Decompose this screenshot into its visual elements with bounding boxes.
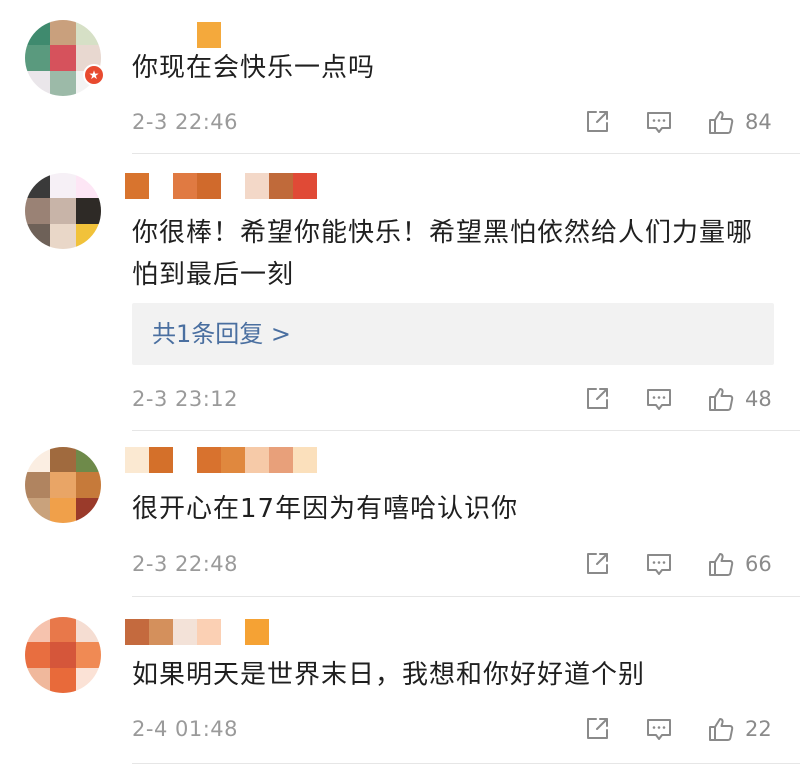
username-pixel — [125, 447, 149, 473]
username-pixel — [197, 619, 221, 645]
avatar-pixel — [25, 223, 51, 249]
divider — [132, 153, 800, 154]
username-pixel — [125, 173, 149, 199]
avatar[interactable] — [25, 617, 101, 693]
avatar-pixel — [25, 447, 51, 473]
username-pixel — [197, 173, 221, 199]
avatar-pixel — [50, 497, 76, 523]
username-pixel — [173, 173, 197, 199]
username-pixel — [173, 619, 197, 645]
comment-item: 你很棒！希望你能快乐！希望黑怕依然给人们力量哪怕到最后一刻 共1条回复 > 2-… — [0, 155, 800, 431]
comment-icon[interactable] — [645, 715, 673, 743]
comment-item: 如果明天是世界末日，我想和你好好道个别 2-4 01:48 22 — [0, 597, 800, 771]
avatar-pixel — [25, 45, 51, 71]
username-pixelated[interactable] — [125, 173, 317, 199]
username-pixel — [245, 619, 269, 645]
username-pixel — [245, 173, 269, 199]
comment-text: 很开心在17年因为有嘻哈认识你 — [132, 494, 519, 524]
username-pixel — [125, 619, 149, 645]
reply-summary-link[interactable]: 共1条回复 > — [132, 303, 774, 365]
avatar-pixel — [75, 198, 101, 224]
comment-icon[interactable] — [645, 385, 673, 413]
username-pixelated[interactable] — [125, 22, 221, 48]
avatar-pixel — [75, 223, 101, 249]
comment-item: ★ 你现在会快乐一点吗 2-3 22:46 84 — [0, 0, 800, 155]
username-pixel — [149, 447, 173, 473]
avatar-pixel — [50, 223, 76, 249]
avatar-pixel — [75, 472, 101, 498]
avatar-pixel — [50, 20, 76, 46]
thumbs-up-icon[interactable] — [707, 385, 735, 413]
username-pixelated[interactable] — [125, 619, 269, 645]
share-icon[interactable] — [583, 715, 611, 743]
avatar[interactable] — [25, 173, 101, 249]
comment-icon[interactable] — [645, 108, 673, 136]
avatar-pixel — [75, 447, 101, 473]
avatar-pixel — [25, 472, 51, 498]
avatar-pixel — [25, 173, 51, 199]
username-pixel — [125, 22, 149, 48]
username-pixel — [173, 22, 197, 48]
username-pixel — [245, 447, 269, 473]
avatar-pixel — [50, 642, 76, 668]
username-pixel — [293, 173, 317, 199]
thumbs-up-icon[interactable] — [707, 715, 735, 743]
timestamp: 2-3 22:48 — [132, 552, 238, 576]
like-count: 84 — [745, 110, 772, 134]
timestamp: 2-3 23:12 — [132, 387, 238, 411]
avatar-pixel — [50, 447, 76, 473]
username-pixel — [221, 173, 245, 199]
username-pixel — [149, 173, 173, 199]
share-icon[interactable] — [583, 550, 611, 578]
avatar-pixel — [50, 70, 76, 96]
avatar[interactable] — [25, 447, 101, 523]
comment-text: 你现在会快乐一点吗 — [132, 53, 376, 83]
username-pixel — [173, 447, 197, 473]
timestamp: 2-3 22:46 — [132, 110, 238, 134]
avatar-pixel — [75, 667, 101, 693]
avatar-pixel — [25, 617, 51, 643]
username-pixel — [221, 447, 245, 473]
share-icon[interactable] — [583, 108, 611, 136]
avatar-pixel — [50, 617, 76, 643]
timestamp: 2-4 01:48 — [132, 717, 238, 741]
avatar-pixel — [25, 667, 51, 693]
verified-badge: ★ — [83, 64, 105, 86]
username-pixel — [197, 22, 221, 48]
username-pixel — [149, 22, 173, 48]
username-pixel — [293, 447, 317, 473]
share-icon[interactable] — [583, 385, 611, 413]
avatar-pixel — [75, 497, 101, 523]
avatar-pixel — [25, 70, 51, 96]
username-pixelated[interactable] — [125, 447, 317, 473]
avatar-pixel — [75, 617, 101, 643]
avatar-pixel — [50, 472, 76, 498]
avatar-pixel — [25, 198, 51, 224]
avatar-pixel — [25, 497, 51, 523]
like-count: 66 — [745, 552, 772, 576]
username-pixel — [269, 447, 293, 473]
thumbs-up-icon[interactable] — [707, 108, 735, 136]
username-pixel — [149, 619, 173, 645]
avatar-pixel — [75, 642, 101, 668]
avatar-pixel — [75, 173, 101, 199]
thumbs-up-icon[interactable] — [707, 550, 735, 578]
comment-icon[interactable] — [645, 550, 673, 578]
username-pixel — [221, 619, 245, 645]
avatar-pixel — [50, 45, 76, 71]
avatar-pixel — [75, 20, 101, 46]
comment-item: 很开心在17年因为有嘻哈认识你 2-3 22:48 66 — [0, 431, 800, 597]
avatar-pixel — [25, 642, 51, 668]
like-count: 22 — [745, 717, 772, 741]
comment-text: 如果明天是世界末日，我想和你好好道个别 — [132, 660, 646, 690]
avatar-pixel — [50, 173, 76, 199]
avatar-pixel — [50, 667, 76, 693]
divider — [132, 763, 800, 764]
comment-text: 你很棒！希望你能快乐！希望黑怕依然给人们力量哪怕到最后一刻 — [132, 218, 754, 290]
avatar-pixel — [25, 20, 51, 46]
username-pixel — [197, 447, 221, 473]
avatar-pixel — [50, 198, 76, 224]
username-pixel — [269, 173, 293, 199]
like-count: 48 — [745, 387, 772, 411]
